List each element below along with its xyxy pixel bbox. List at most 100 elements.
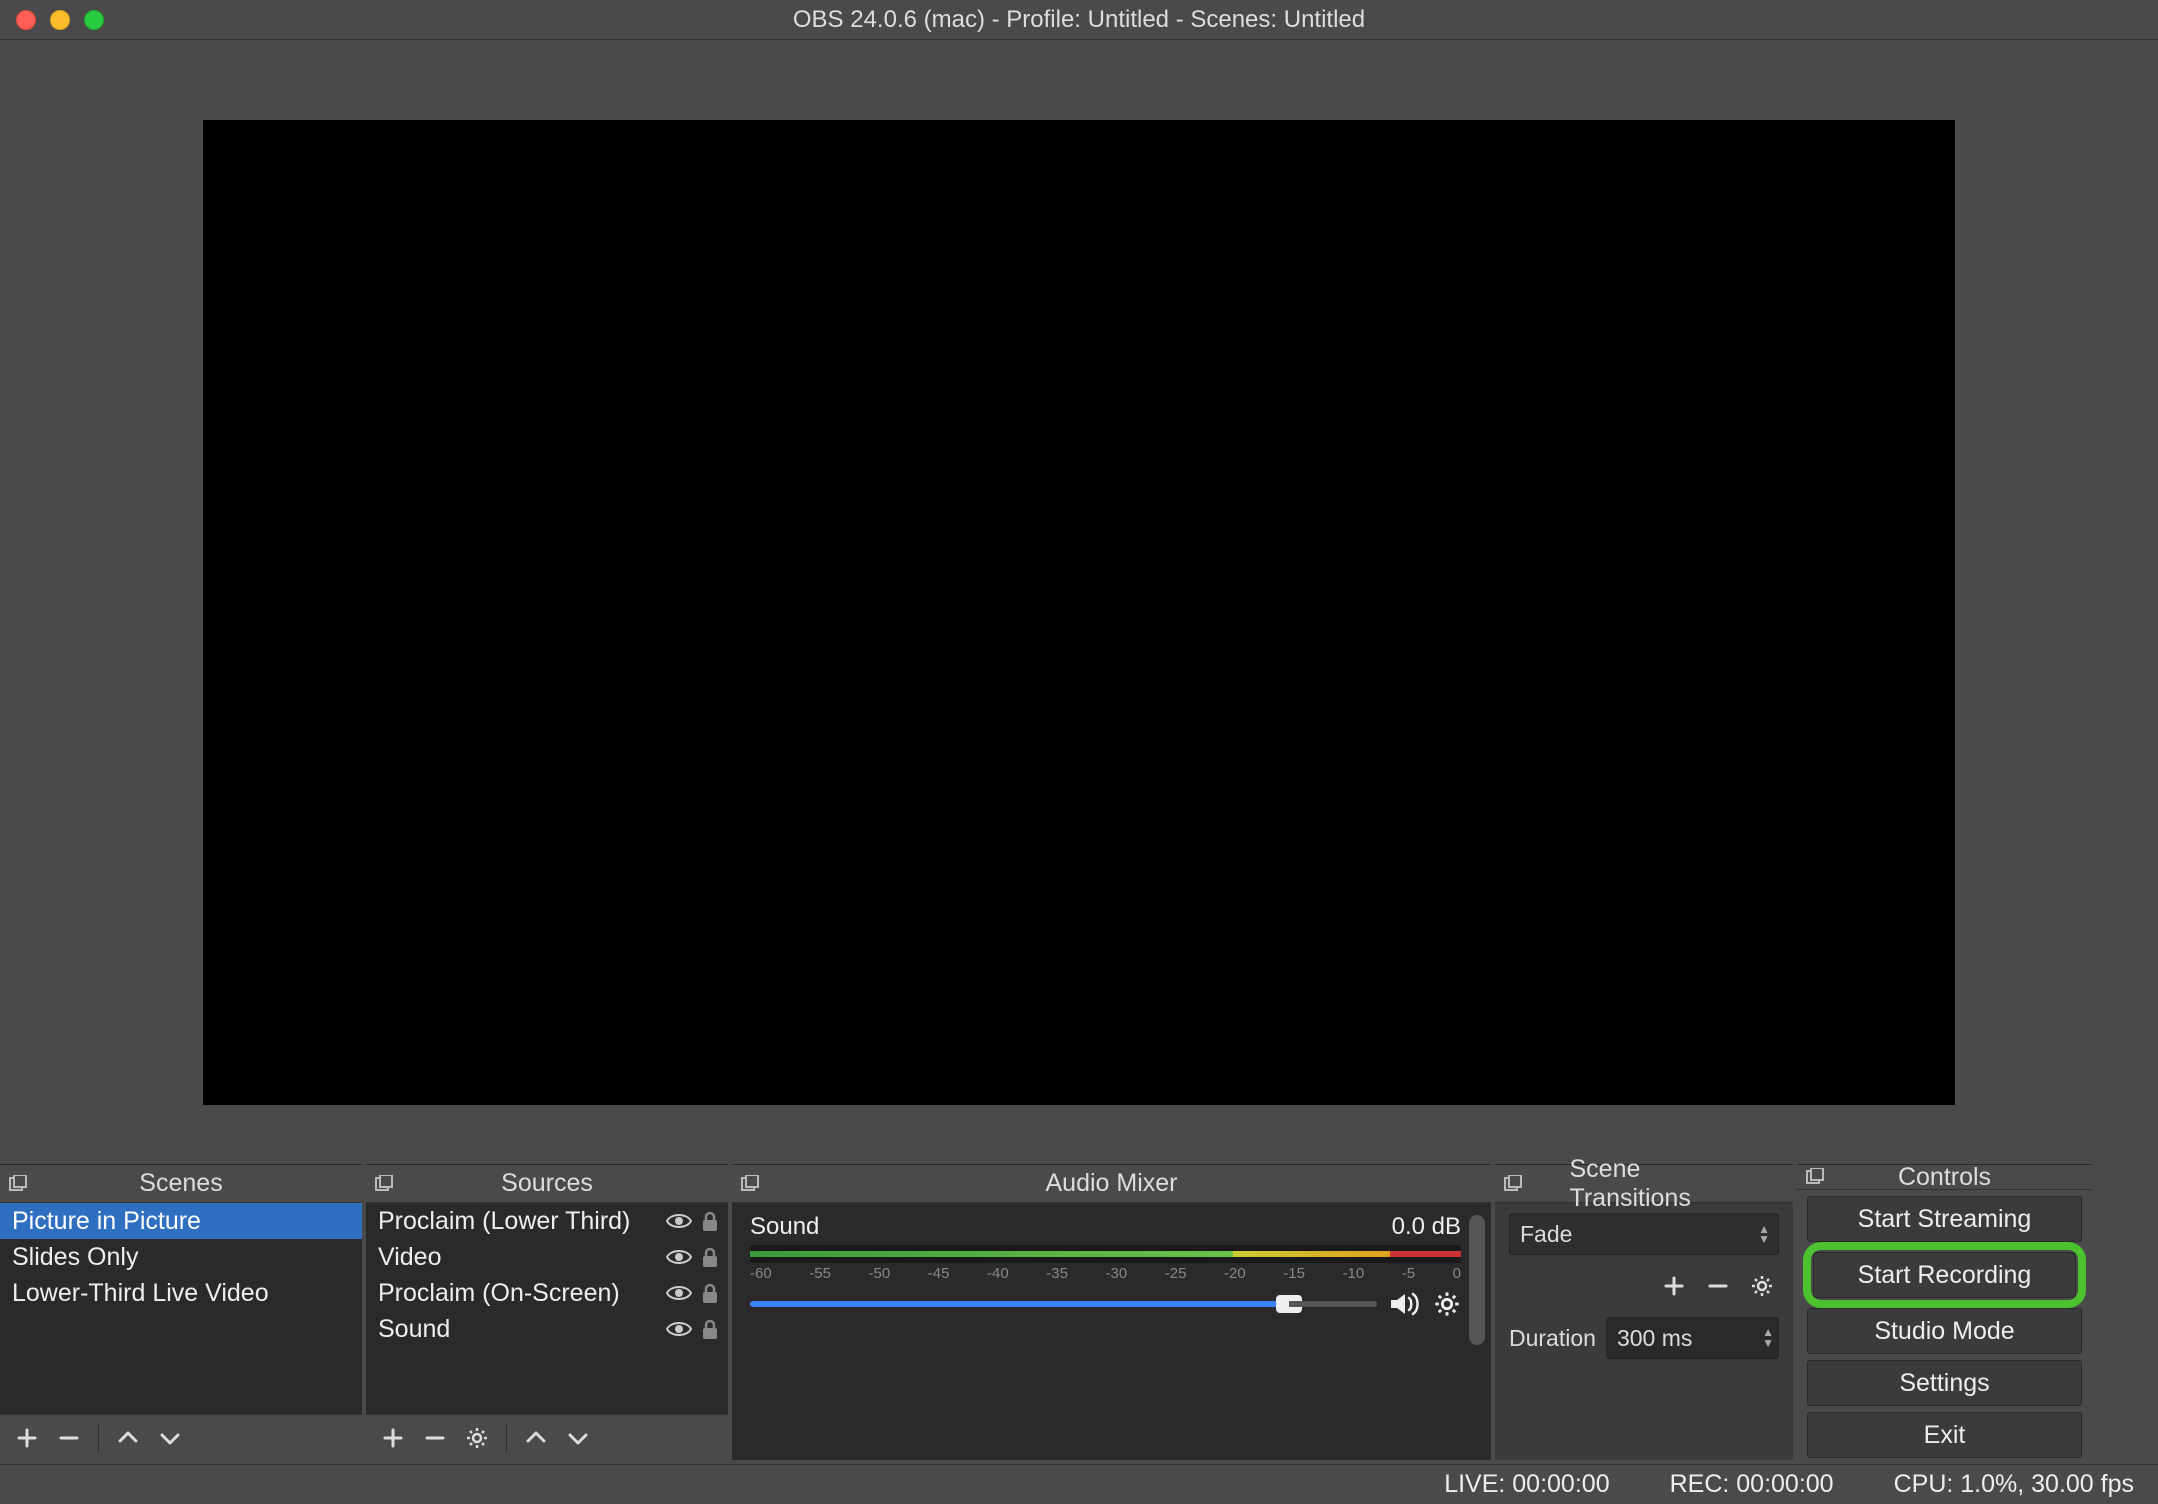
source-item[interactable]: Video <box>366 1239 728 1275</box>
settings-button[interactable]: Settings <box>1807 1360 2082 1406</box>
tick-label: -15 <box>1283 1265 1305 1282</box>
preview-canvas[interactable] <box>203 120 1955 1105</box>
volume-slider-thumb[interactable] <box>1276 1295 1302 1313</box>
duration-label: Duration <box>1509 1325 1596 1352</box>
tick-label: -30 <box>1106 1265 1128 1282</box>
tick-label: -10 <box>1343 1265 1365 1282</box>
sources-list[interactable]: Proclaim (Lower Third) Video Proclaim (On-… <box>366 1203 728 1414</box>
tick-label: 0 <box>1453 1265 1461 1282</box>
tick-label: -50 <box>869 1265 891 1282</box>
start-streaming-button[interactable]: Start Streaming <box>1807 1196 2082 1242</box>
lock-icon[interactable] <box>700 1282 720 1304</box>
move-scene-down-button[interactable] <box>153 1421 187 1455</box>
add-source-button[interactable] <box>376 1421 410 1455</box>
tick-label: -20 <box>1224 1265 1246 1282</box>
status-live: LIVE: 00:00:00 <box>1444 1470 1609 1499</box>
tick-label: -55 <box>809 1265 831 1282</box>
remove-transition-button[interactable] <box>1701 1269 1735 1303</box>
duration-value: 300 ms <box>1617 1325 1692 1352</box>
add-transition-button[interactable] <box>1657 1269 1691 1303</box>
lock-icon[interactable] <box>700 1210 720 1232</box>
docks-row: Scenes Picture in PictureSlides OnlyLowe… <box>0 1164 2158 1464</box>
source-item[interactable]: Proclaim (Lower Third) <box>366 1203 728 1239</box>
meter-ticks: -60-55-50-45-40-35-30-25-20-15-10-50 <box>750 1265 1461 1282</box>
minimize-window-button[interactable] <box>50 10 70 30</box>
channel-name: Sound <box>750 1213 1392 1241</box>
exit-button[interactable]: Exit <box>1807 1412 2082 1458</box>
source-properties-button[interactable] <box>460 1421 494 1455</box>
remove-source-button[interactable] <box>418 1421 452 1455</box>
status-rec: REC: 00:00:00 <box>1670 1470 1834 1499</box>
tick-label: -40 <box>987 1265 1009 1282</box>
popout-icon[interactable] <box>1501 1172 1525 1196</box>
mixer-scrollbar[interactable] <box>1469 1215 1485 1345</box>
source-item[interactable]: Proclaim (On-Screen) <box>366 1275 728 1311</box>
move-scene-up-button[interactable] <box>111 1421 145 1455</box>
duration-input[interactable]: 300 ms ▲▼ <box>1606 1317 1779 1359</box>
titlebar: OBS 24.0.6 (mac) - Profile: Untitled - S… <box>0 0 2158 40</box>
popout-icon[interactable] <box>372 1172 396 1196</box>
fullscreen-window-button[interactable] <box>84 10 104 30</box>
scenes-dock: Scenes Picture in PictureSlides OnlyLowe… <box>0 1164 362 1460</box>
volume-slider[interactable] <box>750 1301 1377 1307</box>
move-source-down-button[interactable] <box>561 1421 595 1455</box>
traffic-lights <box>16 10 104 30</box>
source-item[interactable]: Sound <box>366 1311 728 1347</box>
tick-label: -25 <box>1165 1265 1187 1282</box>
source-label: Sound <box>378 1315 666 1344</box>
status-cpu: CPU: 1.0%, 30.00 fps <box>1894 1470 2134 1499</box>
remove-scene-button[interactable] <box>52 1421 86 1455</box>
popout-icon[interactable] <box>1803 1165 1827 1189</box>
visibility-icon[interactable] <box>666 1283 692 1303</box>
transition-select[interactable]: Fade ▲▼ <box>1509 1213 1779 1255</box>
preview-area <box>0 40 2158 1164</box>
transition-selected: Fade <box>1520 1221 1572 1248</box>
channel-db: 0.0 dB <box>1392 1213 1461 1241</box>
popout-icon[interactable] <box>738 1172 762 1196</box>
tick-label: -60 <box>750 1265 772 1282</box>
scene-item[interactable]: Lower-Third Live Video <box>0 1275 362 1311</box>
sources-title: Sources <box>501 1169 593 1198</box>
controls-title: Controls <box>1898 1163 1991 1192</box>
scenes-toolbar <box>0 1414 362 1460</box>
move-source-up-button[interactable] <box>519 1421 553 1455</box>
window-title: OBS 24.0.6 (mac) - Profile: Untitled - S… <box>793 6 1365 34</box>
scene-item[interactable]: Slides Only <box>0 1239 362 1275</box>
mixer-title: Audio Mixer <box>1046 1169 1178 1198</box>
source-label: Proclaim (Lower Third) <box>378 1207 666 1236</box>
lock-icon[interactable] <box>700 1246 720 1268</box>
obs-window: OBS 24.0.6 (mac) - Profile: Untitled - S… <box>0 0 2158 1504</box>
lock-icon[interactable] <box>700 1318 720 1340</box>
tick-label: -5 <box>1402 1265 1415 1282</box>
mixer-body: Sound 0.0 dB -60-55-50-45-40-35-30-25-20… <box>732 1203 1491 1460</box>
tick-label: -35 <box>1046 1265 1068 1282</box>
scenes-title: Scenes <box>139 1169 222 1198</box>
transition-properties-button[interactable] <box>1745 1269 1779 1303</box>
transitions-dock: Scene Transitions Fade ▲▼ Duration 300 m… <box>1495 1164 1793 1460</box>
scene-item[interactable]: Picture in Picture <box>0 1203 362 1239</box>
duration-spinner[interactable]: ▲▼ <box>1762 1327 1774 1349</box>
audio-mixer-dock: Audio Mixer Sound 0.0 dB -60-55-50-45-40… <box>732 1164 1491 1460</box>
select-arrows-icon: ▲▼ <box>1758 1224 1770 1244</box>
tick-label: -45 <box>928 1265 950 1282</box>
add-scene-button[interactable] <box>10 1421 44 1455</box>
highlight-annotation: Start Recording <box>1803 1242 2086 1308</box>
sources-toolbar <box>366 1414 728 1460</box>
transitions-title: Scene Transitions <box>1570 1155 1719 1213</box>
scenes-list[interactable]: Picture in PictureSlides OnlyLower-Third… <box>0 1203 362 1414</box>
statusbar: LIVE: 00:00:00 REC: 00:00:00 CPU: 1.0%, … <box>0 1464 2158 1504</box>
speaker-icon[interactable] <box>1389 1290 1423 1318</box>
visibility-icon[interactable] <box>666 1319 692 1339</box>
popout-icon[interactable] <box>6 1172 30 1196</box>
close-window-button[interactable] <box>16 10 36 30</box>
audio-meter <box>750 1245 1461 1263</box>
start-recording-button[interactable]: Start Recording <box>1813 1252 2076 1298</box>
gear-icon[interactable] <box>1433 1290 1461 1318</box>
controls-dock: Controls Start Streaming Start Recording S… <box>1797 1164 2092 1460</box>
visibility-icon[interactable] <box>666 1211 692 1231</box>
source-label: Video <box>378 1243 666 1272</box>
sources-dock: Sources Proclaim (Lower Third)VideoProcl… <box>366 1164 728 1460</box>
visibility-icon[interactable] <box>666 1247 692 1267</box>
controls-body: Start Streaming Start Recording Studio Mod… <box>1797 1190 2092 1464</box>
studio-mode-button[interactable]: Studio Mode <box>1807 1308 2082 1354</box>
